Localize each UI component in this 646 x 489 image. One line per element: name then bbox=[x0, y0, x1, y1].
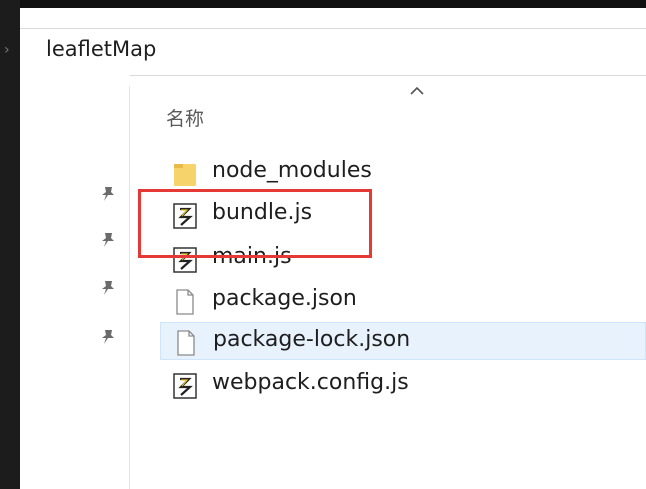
file-explorer-window: › leafletMap 名称 node_modules bundle.js m… bbox=[4, 8, 646, 489]
file-name: package.json bbox=[212, 286, 357, 311]
pin-icon[interactable] bbox=[98, 230, 118, 250]
list-item[interactable]: webpack.config.js bbox=[160, 366, 646, 404]
list-item[interactable]: node_modules bbox=[160, 154, 646, 192]
list-item[interactable]: package-lock.json bbox=[160, 322, 646, 360]
address-bar[interactable]: › leafletMap bbox=[4, 28, 646, 76]
screen-left-edge bbox=[0, 0, 20, 489]
pin-icon[interactable] bbox=[98, 278, 118, 298]
breadcrumb-folder[interactable]: leafletMap bbox=[46, 37, 156, 61]
pane-divider[interactable] bbox=[129, 86, 130, 489]
breadcrumb-chevron-icon[interactable]: › bbox=[4, 42, 10, 58]
folder-icon bbox=[172, 160, 198, 188]
highlight-box bbox=[138, 189, 372, 258]
file-icon bbox=[172, 288, 198, 316]
file-name: node_modules bbox=[212, 158, 372, 183]
list-item[interactable]: package.json bbox=[160, 282, 646, 320]
navigation-pane bbox=[20, 75, 130, 489]
file-name: webpack.config.js bbox=[212, 370, 409, 395]
sort-ascending-icon bbox=[408, 82, 426, 96]
file-name: package-lock.json bbox=[213, 327, 411, 352]
pin-icon[interactable] bbox=[98, 327, 118, 347]
screen-top-edge bbox=[0, 0, 646, 8]
file-icon bbox=[173, 329, 199, 357]
js-script-icon bbox=[172, 372, 198, 400]
pin-icon[interactable] bbox=[98, 184, 118, 204]
column-header-name[interactable]: 名称 bbox=[166, 104, 204, 131]
